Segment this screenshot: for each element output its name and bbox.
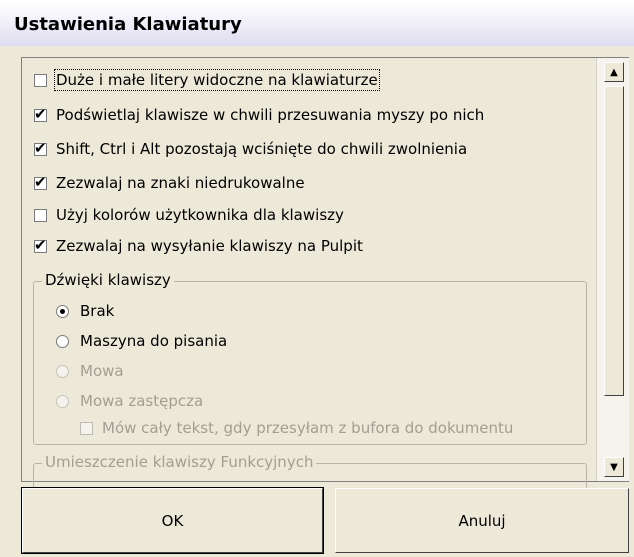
option-label: Mów cały tekst, gdy przesyłam z bufora d… xyxy=(102,419,514,437)
radio-speech[interactable] xyxy=(56,364,69,378)
sounds-groupbox: Dźwięki klawiszy Brak Maszyna do pisania… xyxy=(33,271,587,445)
settings-panel: Duże i małe litery widoczne na klawiatur… xyxy=(21,57,629,503)
option-user-colors[interactable]: Użyj kolorów użytkownika dla klawiszy xyxy=(34,203,344,227)
radio-option-typewriter[interactable]: Maszyna do pisania xyxy=(56,329,227,353)
checkbox-sticky-keys[interactable]: ✔ xyxy=(34,138,47,157)
window-title: Ustawienia Klawiatury xyxy=(14,14,242,35)
function-keys-group-title: Umieszczenie klawiszy Funkcyjnych xyxy=(42,453,317,471)
option-send-to-desktop[interactable]: ✔ Zezwalaj na wysyłanie klawiszy na Pulp… xyxy=(34,234,363,258)
sounds-group-title: Dźwięki klawiszy xyxy=(42,271,174,289)
radio-typewriter[interactable] xyxy=(56,334,69,348)
option-label: Użyj kolorów użytkownika dla klawiszy xyxy=(56,206,344,224)
checkbox-speak-all-text[interactable] xyxy=(80,421,93,435)
checkbox-send-to-desktop[interactable]: ✔ xyxy=(34,235,47,254)
radio-option-none[interactable]: Brak xyxy=(56,299,114,323)
scroll-thumb[interactable] xyxy=(604,86,624,396)
title-bar: Ustawienia Klawiatury xyxy=(0,0,634,46)
check-mark-icon: ✔ xyxy=(34,235,47,254)
check-mark-icon: ✔ xyxy=(34,172,47,191)
check-mark-icon: ✔ xyxy=(34,138,47,157)
radio-label: Brak xyxy=(80,302,115,320)
radio-substitute-speech[interactable] xyxy=(56,394,69,408)
option-label: Zezwalaj na znaki niedrukowalne xyxy=(56,174,305,192)
check-mark-icon: ✔ xyxy=(34,104,47,123)
checkbox-nonprintable[interactable]: ✔ xyxy=(34,172,47,191)
option-label: Duże i małe litery widoczne na klawiatur… xyxy=(54,69,380,91)
ok-button[interactable]: OK xyxy=(22,488,323,553)
option-case-visible[interactable]: Duże i małe litery widoczne na klawiatur… xyxy=(34,68,380,92)
checkbox-case-visible[interactable] xyxy=(34,73,47,87)
option-speak-all-text[interactable]: Mów cały tekst, gdy przesyłam z bufora d… xyxy=(80,416,513,440)
option-label: Zezwalaj na wysyłanie klawiszy na Pulpit xyxy=(56,237,363,255)
radio-dot-icon xyxy=(60,308,65,314)
radio-none[interactable] xyxy=(56,304,69,318)
option-highlight-keys[interactable]: ✔ Podświetlaj klawisze w chwili przesuwa… xyxy=(34,103,484,127)
vertical-scrollbar[interactable]: ▲ ▼ xyxy=(596,58,629,481)
scroll-up-arrow-icon[interactable]: ▲ xyxy=(604,62,624,82)
option-nonprintable[interactable]: ✔ Zezwalaj na znaki niedrukowalne xyxy=(34,171,305,195)
checkbox-highlight-keys[interactable]: ✔ xyxy=(34,104,47,123)
radio-option-speech[interactable]: Mowa xyxy=(56,359,124,383)
cancel-button[interactable]: Anuluj xyxy=(335,488,629,553)
option-sticky-keys[interactable]: ✔ Shift, Ctrl i Alt pozostają wciśnięte … xyxy=(34,137,467,161)
radio-label: Maszyna do pisania xyxy=(80,332,228,350)
option-label: Shift, Ctrl i Alt pozostają wciśnięte do… xyxy=(56,140,468,158)
checkbox-user-colors[interactable] xyxy=(34,208,47,222)
radio-label: Mowa zastępcza xyxy=(80,392,204,410)
radio-label: Mowa xyxy=(80,362,124,380)
radio-option-substitute-speech[interactable]: Mowa zastępcza xyxy=(56,389,203,413)
scroll-down-arrow-icon[interactable]: ▼ xyxy=(604,457,624,477)
option-label: Podświetlaj klawisze w chwili przesuwani… xyxy=(56,106,485,124)
